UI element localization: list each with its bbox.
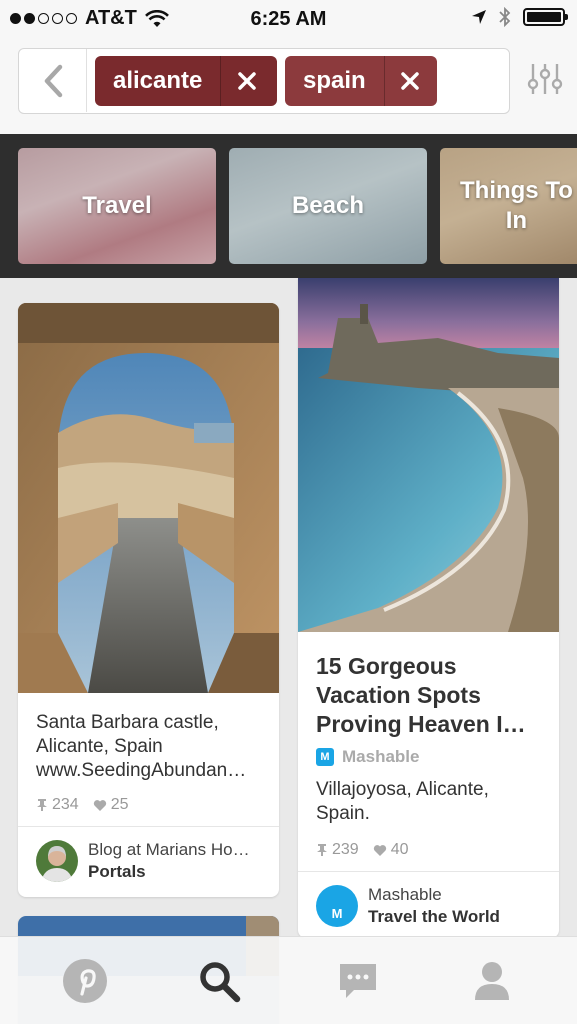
category-beach[interactable]: Beach (229, 148, 427, 264)
board-owner: Blog at Marians Ho… (88, 840, 250, 859)
pin-card[interactable]: Santa Barbara castle, Alicante, Spain ww… (18, 303, 279, 897)
pin-description: Santa Barbara castle, Alicante, Spain ww… (36, 712, 247, 781)
pin-image[interactable] (18, 303, 279, 693)
person-icon (475, 962, 509, 1000)
pin-card[interactable]: 15 Gorgeous Vacation Spots Proving Heave… (298, 278, 559, 938)
tab-search[interactable] (195, 957, 243, 1005)
repin-count-value: 239 (332, 841, 359, 858)
chip-label: alicante (113, 67, 203, 94)
category-things-to-do[interactable]: Things To In (440, 148, 577, 264)
board-attribution[interactable]: M Mashable Travel the World (316, 884, 500, 928)
pin-stats: 234 25 (36, 796, 129, 814)
remove-chip-button[interactable] (220, 56, 272, 106)
category-travel[interactable]: Travel (18, 148, 216, 264)
back-button[interactable] (19, 49, 87, 112)
avatar[interactable] (36, 840, 78, 882)
tab-bar (0, 936, 577, 1024)
category-label: Things To In (460, 177, 573, 234)
pinterest-logo-icon (63, 959, 107, 1003)
chip-label: spain (303, 67, 366, 94)
category-label: Beach (291, 192, 365, 219)
tab-profile[interactable] (468, 957, 516, 1005)
heart-icon (373, 844, 386, 856)
search-chip-spain[interactable]: spain (285, 56, 437, 106)
like-count-value: 25 (110, 796, 129, 813)
pin-title: 15 Gorgeous Vacation Spots Proving Heave… (316, 653, 526, 737)
battery-icon (523, 8, 568, 26)
category-strip: Travel Beach Things To In (0, 134, 577, 278)
remove-chip-button[interactable] (383, 56, 436, 106)
board-name: Travel the World (368, 907, 500, 926)
board-attribution[interactable]: Blog at Marians Ho… Portals (36, 839, 250, 883)
heart-icon (93, 799, 106, 811)
pin-stats: 239 40 (316, 841, 409, 859)
search-field[interactable]: alicante spain (18, 48, 510, 114)
bluetooth-icon (499, 7, 511, 27)
pin-source[interactable]: M Mashable (316, 747, 419, 767)
tab-messages[interactable] (334, 957, 382, 1005)
status-bar: AT&T 6:25 AM (0, 0, 577, 38)
mashable-logo-icon: M (316, 748, 334, 766)
avatar-letter: M (331, 906, 343, 921)
pin-description: Villajoyosa, Alicante, Spain. (316, 779, 489, 824)
divider (18, 826, 279, 827)
repin-count: 239 (316, 841, 359, 859)
search-icon (200, 962, 241, 1003)
avatar[interactable]: M (316, 885, 358, 927)
pin-image[interactable] (298, 278, 559, 632)
chevron-left-icon (44, 64, 62, 97)
like-count: 40 (373, 841, 409, 859)
tab-home[interactable] (61, 957, 109, 1005)
speech-bubble-icon (340, 964, 376, 998)
board-owner: Mashable (368, 885, 442, 904)
search-header: alicante spain (0, 38, 577, 134)
divider (298, 871, 559, 872)
filter-button[interactable] (527, 62, 563, 101)
source-name: Mashable (342, 747, 420, 766)
like-count-value: 40 (390, 841, 409, 858)
location-arrow-icon (472, 10, 486, 24)
pin-icon (37, 799, 47, 811)
repin-count: 234 (36, 796, 79, 814)
pin-icon (317, 844, 327, 856)
repin-count-value: 234 (52, 796, 79, 813)
search-chip-alicante[interactable]: alicante (95, 56, 277, 106)
close-icon (238, 72, 256, 90)
category-label: Travel (82, 192, 152, 219)
board-name: Portals (88, 862, 146, 881)
sliders-icon (527, 64, 563, 94)
like-count: 25 (93, 796, 129, 814)
close-icon (401, 72, 419, 90)
